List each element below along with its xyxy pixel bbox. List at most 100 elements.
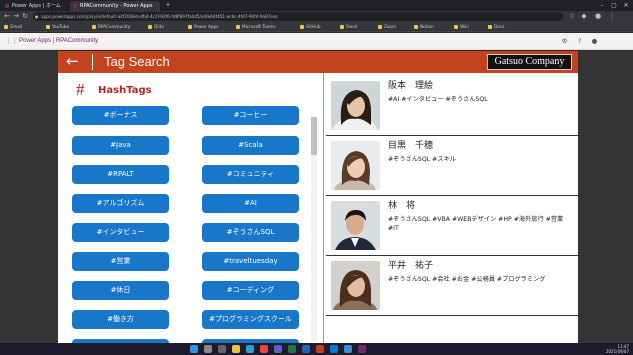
account-icon[interactable]: ● bbox=[590, 37, 599, 46]
outlook-icon[interactable] bbox=[330, 345, 338, 353]
word-icon[interactable] bbox=[302, 345, 310, 353]
person-photo bbox=[331, 81, 380, 130]
tag-button[interactable]: #traveltuesday bbox=[202, 252, 299, 271]
person-name: 林 将 bbox=[388, 201, 416, 211]
tag-button[interactable]: #働き方 bbox=[72, 310, 169, 329]
hashtags-label: HashTags bbox=[98, 85, 152, 96]
task-view-icon[interactable] bbox=[218, 345, 226, 353]
browser-tab-label: Power Apps | ホーム bbox=[12, 3, 61, 9]
portrait-image bbox=[331, 261, 380, 310]
app-launcher-icon[interactable]: ⋮⋮ bbox=[5, 37, 18, 46]
bookmark-item[interactable]: Microsoft Teams bbox=[236, 23, 276, 31]
bookmark-icon bbox=[46, 25, 50, 29]
bookmark-icon bbox=[488, 25, 492, 29]
person-tags: #ぞうさんSQL #VBA #WEBデザイン #HP #海外旅行 #営業 #IT bbox=[388, 216, 564, 232]
person-card[interactable]: 阪本 理絵 #AI #インタビュー #ぞうさんSQL bbox=[326, 77, 578, 136]
tag-button[interactable]: #インタビュー bbox=[72, 223, 169, 242]
tag-button[interactable]: #プログラミングスクール bbox=[202, 310, 299, 329]
start-icon[interactable] bbox=[190, 345, 198, 353]
tag-search-screen: ← Tag Search Gatsuo Company # HashTags #… bbox=[58, 51, 578, 343]
tag-button[interactable]: #営業 bbox=[72, 252, 169, 271]
tag-button[interactable]: #コミュニティ bbox=[202, 165, 299, 184]
settings-icon[interactable]: ⚙ bbox=[560, 37, 569, 46]
address-bar[interactable]: ● apps.powerapps.com/play/e/default-a4f2… bbox=[33, 12, 563, 21]
bookmark-icon bbox=[340, 25, 344, 29]
reload-icon[interactable]: ↻ bbox=[21, 12, 29, 21]
powerapps-bar: ⋮⋮ Power Apps | RPACommunity ⚙ ? ● bbox=[0, 33, 633, 50]
powerapps-title: Power Apps | RPACommunity bbox=[19, 38, 99, 44]
bookmark-item[interactable]: YouTube bbox=[46, 23, 69, 31]
star-icon[interactable]: ☆ bbox=[568, 12, 576, 21]
page-title: Tag Search bbox=[104, 54, 170, 69]
portrait-image bbox=[331, 201, 380, 250]
person-card[interactable]: 平井 祐子 #ぞうさんSQL #会社 #お金 #公務員 #プログラミング bbox=[326, 257, 578, 316]
profile-icon[interactable]: ● bbox=[594, 12, 602, 21]
app-header: ← Tag Search Gatsuo Company bbox=[58, 51, 578, 73]
lock-icon: ● bbox=[35, 14, 39, 19]
maximize-icon[interactable]: ▢ bbox=[608, 0, 620, 11]
minimize-icon[interactable]: – bbox=[596, 0, 608, 11]
bookmark-icon bbox=[414, 25, 418, 29]
bookmark-item[interactable]: Gmail bbox=[4, 23, 22, 31]
bookmark-item[interactable]: Qiita bbox=[148, 23, 164, 31]
bookmark-item[interactable]: Zoom bbox=[378, 23, 396, 31]
person-card[interactable]: 目黒 千穂 #ぞうさんSQL #スキル bbox=[326, 137, 578, 196]
person-card[interactable]: 林 将 #ぞうさんSQL #VBA #WEBデザイン #HP #海外旅行 #営業… bbox=[326, 197, 578, 256]
person-tags: #ぞうさんSQL #スキル bbox=[388, 156, 456, 163]
bookmark-item[interactable]: Docs bbox=[488, 23, 504, 31]
bookmark-icon bbox=[378, 25, 382, 29]
tag-button[interactable]: #AI bbox=[202, 194, 299, 213]
edge-icon[interactable] bbox=[246, 345, 254, 353]
bookmark-item[interactable]: Wiki bbox=[454, 23, 469, 31]
app-stage: ← Tag Search Gatsuo Company # HashTags #… bbox=[0, 51, 633, 343]
teams-icon[interactable] bbox=[274, 345, 282, 353]
url-text: apps.powerapps.com/play/e/default-a4f200… bbox=[41, 14, 278, 19]
search-icon[interactable] bbox=[204, 345, 212, 353]
clock-date: 2021/09/07 bbox=[605, 349, 629, 354]
tag-button[interactable]: #コーディング bbox=[202, 281, 299, 300]
forward-icon[interactable]: → bbox=[12, 12, 20, 21]
row-separator bbox=[326, 315, 578, 316]
bookmark-item[interactable]: Notion bbox=[414, 23, 434, 31]
new-tab-button[interactable]: + bbox=[162, 0, 174, 11]
tag-button[interactable]: #RPALT bbox=[72, 165, 169, 184]
excel-icon[interactable] bbox=[288, 345, 296, 353]
bookmark-item[interactable]: GitHub bbox=[300, 23, 321, 31]
panel-divider bbox=[323, 73, 324, 343]
browser-tab-home[interactable]: Power Apps | ホーム bbox=[2, 1, 68, 11]
tag-button[interactable]: #Scala bbox=[202, 136, 299, 155]
bookmark-item[interactable]: RPACommunity bbox=[92, 23, 130, 31]
back-icon[interactable]: ← bbox=[3, 12, 11, 21]
tag-button[interactable]: #休日 bbox=[72, 281, 169, 300]
scrollbar-thumb[interactable] bbox=[311, 117, 317, 155]
tags-scrollbar[interactable] bbox=[311, 117, 317, 342]
powerapps-taskbar-icon[interactable] bbox=[358, 345, 366, 353]
powerapps-icon bbox=[5, 4, 9, 8]
bookmark-item[interactable]: Slack bbox=[340, 23, 357, 31]
tag-button[interactable]: #ボーナス bbox=[72, 106, 169, 125]
row-separator bbox=[326, 255, 578, 256]
browser-tab-rpacommunity[interactable]: RPACommunity - Power Apps bbox=[70, 1, 160, 11]
vscode-icon[interactable] bbox=[344, 345, 352, 353]
bookmark-item[interactable]: Power Apps bbox=[188, 23, 218, 31]
file-explorer-icon[interactable] bbox=[232, 345, 240, 353]
person-name: 平井 祐子 bbox=[388, 261, 434, 271]
tag-button[interactable]: #アルゴリズム bbox=[72, 194, 169, 213]
portrait-image bbox=[331, 141, 380, 190]
tag-button[interactable]: #Java bbox=[72, 136, 169, 155]
tag-button[interactable]: #コーヒー bbox=[202, 106, 299, 125]
chrome-icon[interactable] bbox=[260, 345, 268, 353]
bookmark-icon bbox=[92, 25, 96, 29]
tag-button[interactable]: #ぞうさんSQL bbox=[202, 223, 299, 242]
menu-icon[interactable]: ⋮ bbox=[608, 12, 616, 21]
browser-toolbar: ← → ↻ ● apps.powerapps.com/play/e/defaul… bbox=[0, 11, 633, 22]
close-icon[interactable]: ✕ bbox=[620, 0, 632, 11]
help-icon[interactable]: ? bbox=[575, 37, 584, 46]
powerpoint-icon[interactable] bbox=[316, 345, 324, 353]
extensions-icon[interactable]: ◆ bbox=[580, 12, 588, 21]
person-tags: #AI #インタビュー #ぞうさんSQL bbox=[388, 96, 488, 103]
row-separator bbox=[326, 195, 578, 196]
row-separator bbox=[326, 135, 578, 136]
back-arrow-icon[interactable]: ← bbox=[66, 53, 82, 71]
bookmark-icon bbox=[4, 25, 8, 29]
